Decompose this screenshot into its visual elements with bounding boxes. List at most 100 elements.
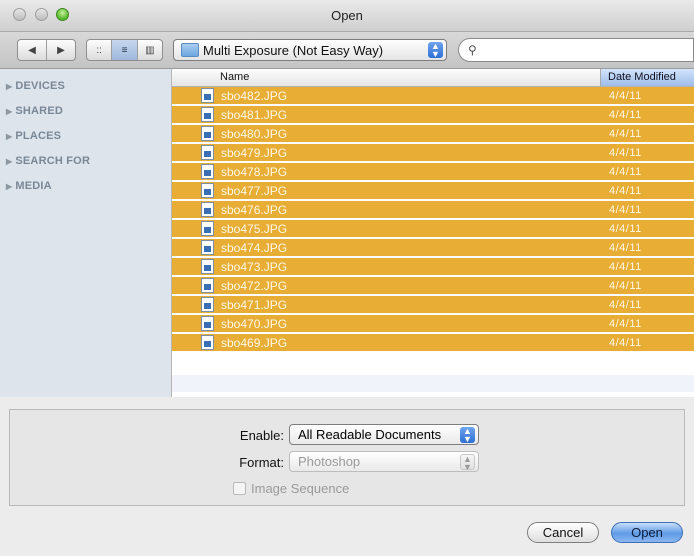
sidebar-item-label: PLACES: [15, 130, 62, 142]
jpg-file-icon: [201, 183, 214, 198]
sidebar-item-label: SEARCH FOR: [15, 155, 91, 167]
popup-arrows-icon: ▲ ▼: [460, 427, 475, 444]
file-name: sbo469.JPG: [221, 336, 288, 350]
forward-arrow-icon[interactable]: ▶: [47, 40, 75, 60]
file-list: Name Date Modified sbo482.JPG 4/4/11 sbo4…: [172, 69, 694, 397]
file-date: 4/4/11: [609, 147, 642, 159]
column-header-name[interactable]: Name: [220, 71, 249, 83]
back-arrow-icon[interactable]: ◀: [18, 40, 47, 60]
format-label: Format:: [239, 455, 284, 470]
location-label: Multi Exposure (Not Easy Way): [203, 43, 384, 58]
file-date: 4/4/11: [609, 261, 642, 273]
jpg-file-icon: [201, 126, 214, 141]
jpg-file-icon: [201, 145, 214, 160]
image-sequence-checkbox: [233, 482, 246, 495]
file-name: sbo470.JPG: [221, 317, 288, 331]
location-popup[interactable]: Multi Exposure (Not Easy Way) ▲ ▼: [173, 39, 447, 61]
sidebar-item-places[interactable]: ▶ PLACES: [6, 130, 61, 142]
column-view-icon[interactable]: ▥: [138, 40, 162, 60]
search-input[interactable]: [485, 42, 689, 58]
table-row[interactable]: sbo474.JPG 4/4/11: [172, 239, 694, 258]
file-date: 4/4/11: [609, 318, 642, 330]
icon-view-icon[interactable]: ::: [87, 40, 113, 60]
table-row[interactable]: sbo480.JPG 4/4/11: [172, 125, 694, 144]
file-date: 4/4/11: [609, 223, 642, 235]
sidebar-item-search-for[interactable]: ▶ SEARCH FOR: [6, 155, 90, 167]
table-row[interactable]: sbo479.JPG 4/4/11: [172, 144, 694, 163]
table-row[interactable]: sbo473.JPG 4/4/11: [172, 258, 694, 277]
table-row[interactable]: sbo475.JPG 4/4/11: [172, 220, 694, 239]
jpg-file-icon: [201, 164, 214, 179]
file-name: sbo472.JPG: [221, 279, 288, 293]
search-icon: ⚲: [468, 43, 477, 57]
file-name: sbo477.JPG: [221, 184, 288, 198]
open-dialog: Open ◀ ▶ :: ≡ ▥ Multi Exposure (Not Easy…: [0, 0, 694, 556]
table-row[interactable]: sbo477.JPG 4/4/11: [172, 182, 694, 201]
empty-row: [172, 375, 694, 392]
format-value: Photoshop: [298, 454, 361, 469]
table-row[interactable]: sbo472.JPG 4/4/11: [172, 277, 694, 296]
file-date: 4/4/11: [609, 90, 642, 102]
file-date: 4/4/11: [609, 166, 642, 178]
popup-arrows-icon: ▲ ▼: [460, 454, 475, 472]
sidebar: ▶ DEVICES ▶ SHARED ▶ PLACES ▶ SEARCH FOR ▶ ME…: [0, 69, 172, 397]
cancel-button[interactable]: Cancel: [527, 522, 599, 543]
table-row[interactable]: sbo470.JPG 4/4/11: [172, 315, 694, 334]
disclosure-triangle-icon[interactable]: ▶: [6, 132, 12, 141]
file-date: 4/4/11: [609, 337, 642, 349]
column-header-date-modified[interactable]: Date Modified: [600, 69, 694, 86]
enable-label: Enable:: [239, 428, 284, 443]
jpg-file-icon: [201, 107, 214, 122]
folder-icon: [181, 43, 199, 57]
file-date: 4/4/11: [609, 204, 642, 216]
jpg-file-icon: [201, 278, 214, 293]
file-date: 4/4/11: [609, 280, 642, 292]
jpg-file-icon: [201, 221, 214, 236]
empty-row: [172, 356, 694, 373]
table-row[interactable]: sbo471.JPG 4/4/11: [172, 296, 694, 315]
file-name: sbo482.JPG: [221, 89, 288, 103]
title-bar[interactable]: Open: [0, 0, 694, 32]
view-mode-buttons: :: ≡ ▥: [86, 39, 163, 61]
toolbar: ◀ ▶ :: ≡ ▥ Multi Exposure (Not Easy Way)…: [0, 32, 694, 69]
jpg-file-icon: [201, 316, 214, 331]
file-name: sbo481.JPG: [221, 108, 288, 122]
jpg-file-icon: [201, 335, 214, 350]
image-sequence-label: Image Sequence: [251, 481, 350, 496]
list-header: Name Date Modified: [172, 69, 694, 87]
table-row[interactable]: sbo482.JPG 4/4/11: [172, 87, 694, 106]
popup-arrows-icon: ▲ ▼: [428, 42, 443, 59]
open-button[interactable]: Open: [611, 522, 683, 543]
file-name: sbo471.JPG: [221, 298, 288, 312]
sidebar-item-media[interactable]: ▶ MEDIA: [6, 180, 52, 192]
enable-value: All Readable Documents: [298, 427, 442, 442]
file-name: sbo475.JPG: [221, 222, 288, 236]
file-date: 4/4/11: [609, 299, 642, 311]
jpg-file-icon: [201, 240, 214, 255]
sidebar-item-shared[interactable]: ▶ SHARED: [6, 105, 63, 117]
file-name: sbo473.JPG: [221, 260, 288, 274]
table-row[interactable]: sbo469.JPG 4/4/11: [172, 334, 694, 353]
disclosure-triangle-icon[interactable]: ▶: [6, 157, 12, 166]
format-popup: Photoshop ▲ ▼: [289, 451, 479, 472]
table-row[interactable]: sbo481.JPG 4/4/11: [172, 106, 694, 125]
list-view-icon[interactable]: ≡: [112, 40, 138, 60]
sidebar-item-label: MEDIA: [15, 180, 52, 192]
disclosure-triangle-icon[interactable]: ▶: [6, 107, 12, 116]
file-name: sbo474.JPG: [221, 241, 288, 255]
table-row[interactable]: sbo478.JPG 4/4/11: [172, 163, 694, 182]
sidebar-item-devices[interactable]: ▶ DEVICES: [6, 80, 65, 92]
file-name: sbo479.JPG: [221, 146, 288, 160]
file-date: 4/4/11: [609, 128, 642, 140]
jpg-file-icon: [201, 297, 214, 312]
disclosure-triangle-icon[interactable]: ▶: [6, 82, 12, 91]
file-name: sbo480.JPG: [221, 127, 288, 141]
enable-popup[interactable]: All Readable Documents ▲ ▼: [289, 424, 479, 445]
sidebar-item-label: DEVICES: [15, 80, 66, 92]
disclosure-triangle-icon[interactable]: ▶: [6, 182, 12, 191]
table-row[interactable]: sbo476.JPG 4/4/11: [172, 201, 694, 220]
file-date: 4/4/11: [609, 109, 642, 121]
file-name: sbo478.JPG: [221, 165, 288, 179]
search-field[interactable]: ⚲: [458, 38, 694, 62]
file-date: 4/4/11: [609, 242, 642, 254]
